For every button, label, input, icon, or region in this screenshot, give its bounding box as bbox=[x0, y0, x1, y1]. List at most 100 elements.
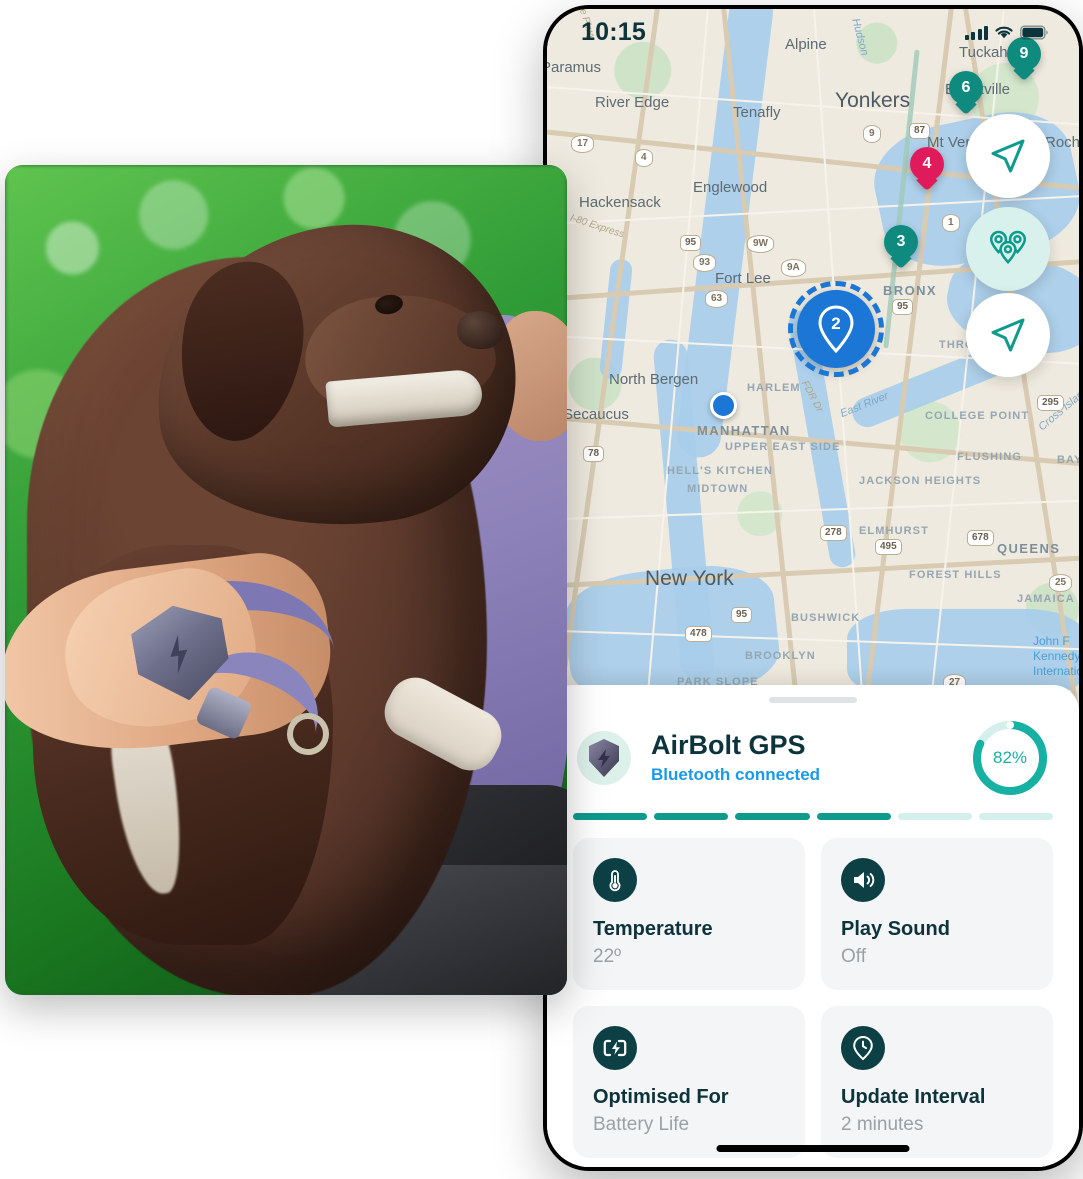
map-label: Hackensack bbox=[579, 194, 661, 211]
home-indicator[interactable] bbox=[716, 1145, 910, 1152]
clock-pin-icon bbox=[841, 1026, 885, 1070]
device-text: AirBolt GPS Bluetooth connected bbox=[651, 730, 969, 785]
airbolt-shield-device-icon bbox=[577, 731, 631, 785]
navigation-arrow-icon bbox=[991, 318, 1025, 352]
screenshot-root: Paramus River Edge Tenafly Alpine Yonker… bbox=[0, 0, 1083, 1179]
pin-body: 6 bbox=[949, 71, 983, 105]
route-shield: 93 bbox=[693, 254, 717, 272]
route-shield: 478 bbox=[685, 626, 712, 642]
route-shield: 1 bbox=[942, 214, 960, 232]
pin-outline-icon: 2 bbox=[818, 305, 854, 354]
route-shield: 78 bbox=[583, 446, 605, 462]
route-shield: 9W bbox=[747, 235, 774, 253]
tile-label: Temperature bbox=[593, 918, 713, 940]
wifi-icon bbox=[995, 26, 1013, 38]
tile-play-sound[interactable]: Play Sound Off bbox=[821, 838, 1053, 990]
status-icons bbox=[964, 25, 1050, 40]
signal-segment-6 bbox=[978, 813, 1054, 820]
signal-segment-4 bbox=[816, 813, 891, 820]
route-shield: 4 bbox=[635, 149, 653, 167]
map-label: JAMAICA bbox=[1017, 593, 1075, 605]
navigation-arrow-icon bbox=[991, 139, 1025, 173]
status-time: 10:15 bbox=[581, 17, 646, 46]
tile-temperature[interactable]: Temperature 22º bbox=[573, 838, 805, 990]
route-shield: 95 bbox=[680, 235, 702, 251]
route-shield: 95 bbox=[892, 299, 914, 315]
device-connection-status: Bluetooth connected bbox=[651, 764, 821, 784]
tile-label: Optimised For bbox=[593, 1086, 729, 1108]
map-view[interactable]: Paramus River Edge Tenafly Alpine Yonker… bbox=[547, 9, 1079, 710]
tile-value: 2 minutes bbox=[841, 1114, 924, 1135]
tile-label: Update Interval bbox=[841, 1086, 986, 1108]
road-label: I-80 Express bbox=[568, 212, 626, 241]
signal-segment-3 bbox=[735, 813, 810, 820]
pets-cluster-button[interactable] bbox=[966, 207, 1050, 291]
pin-count: 6 bbox=[961, 79, 971, 96]
tile-label: Play Sound bbox=[841, 918, 950, 940]
map-marker-4[interactable]: 4 bbox=[910, 147, 944, 191]
pin-count: 3 bbox=[896, 233, 906, 250]
shield-device-glyph bbox=[589, 739, 619, 777]
signal-segment-5 bbox=[897, 813, 972, 820]
device-header-row: AirBolt GPS Bluetooth connected 82% bbox=[547, 703, 1079, 799]
route-shield: 87 bbox=[909, 123, 931, 139]
phone-mockup: Paramus River Edge Tenafly Alpine Yonker… bbox=[543, 5, 1083, 1171]
thermometer-glyph bbox=[609, 870, 621, 892]
signal-segment-1 bbox=[573, 813, 648, 820]
thermometer-icon bbox=[593, 858, 637, 902]
signal-bars-icon bbox=[964, 25, 988, 40]
clock-pin-glyph bbox=[853, 1035, 873, 1061]
hero-photo bbox=[5, 165, 567, 995]
road bbox=[547, 553, 1079, 590]
battery-ring: 82% bbox=[969, 717, 1051, 799]
map-label: HARLEM bbox=[747, 382, 801, 394]
battery-percent-label: 82% bbox=[992, 748, 1028, 767]
signal-segment-2 bbox=[654, 813, 729, 820]
signal-segment-bar bbox=[547, 799, 1079, 820]
route-shield: 9A bbox=[781, 259, 806, 277]
map-label: BUSHWICK bbox=[791, 612, 861, 624]
tile-value: Off bbox=[841, 946, 866, 967]
route-shield: 95 bbox=[731, 607, 753, 623]
map-label: FOREST HILLS bbox=[909, 569, 1002, 581]
route-shield: 25 bbox=[1049, 574, 1073, 592]
pin-body: 4 bbox=[910, 147, 944, 181]
tile-value: 22º bbox=[593, 946, 622, 967]
map-label: River Edge bbox=[595, 94, 670, 111]
speaker-glyph bbox=[854, 872, 875, 888]
tile-optimised-for[interactable]: Optimised For Battery Life bbox=[573, 1006, 805, 1158]
route-shield: 495 bbox=[875, 539, 902, 555]
phone-screen: Paramus River Edge Tenafly Alpine Yonker… bbox=[547, 9, 1079, 1167]
route-shield: 278 bbox=[820, 525, 847, 541]
tile-value: Battery Life bbox=[593, 1114, 690, 1135]
photo-dog-nose bbox=[457, 311, 503, 349]
navigate-arrow-bottom-button[interactable] bbox=[966, 293, 1050, 377]
device-detail-card: AirBolt GPS Bluetooth connected 82% Temp… bbox=[547, 685, 1079, 1167]
map-label: COLLEGE POINT bbox=[925, 410, 1030, 422]
route-shield: 17 bbox=[571, 135, 595, 153]
navigate-arrow-top-button[interactable] bbox=[966, 114, 1050, 198]
map-marker-3[interactable]: 3 bbox=[884, 225, 918, 269]
feature-tile-grid: Temperature 22º Play Sound Off Optimised… bbox=[547, 820, 1079, 1167]
status-bar: 10:15 bbox=[547, 9, 1079, 55]
current-location-dot bbox=[710, 392, 737, 419]
route-shield: 9 bbox=[863, 125, 881, 143]
map-label: JACKSON HEIGHTS bbox=[859, 475, 982, 487]
route-shield: 678 bbox=[967, 530, 994, 546]
speaker-sound-icon bbox=[841, 858, 885, 902]
pin-body: 3 bbox=[884, 225, 918, 259]
map-marker-6[interactable]: 6 bbox=[949, 71, 983, 115]
battery-full-icon bbox=[1020, 25, 1048, 40]
map-label: ELMHURST bbox=[859, 525, 929, 537]
battery-charging-glyph bbox=[603, 1039, 626, 1057]
tile-update-interval[interactable]: Update Interval 2 minutes bbox=[821, 1006, 1053, 1158]
multiple-pins-icon bbox=[989, 230, 1027, 265]
device-name: AirBolt GPS bbox=[651, 730, 806, 761]
route-shield: 295 bbox=[1037, 395, 1064, 411]
selected-cluster-marker[interactable]: 2 bbox=[788, 281, 884, 377]
road bbox=[547, 499, 1079, 521]
cluster-count: 2 bbox=[831, 314, 840, 333]
pin-count: 4 bbox=[922, 155, 932, 172]
route-shield: 63 bbox=[705, 290, 729, 308]
map-label: Paramus bbox=[547, 59, 602, 76]
